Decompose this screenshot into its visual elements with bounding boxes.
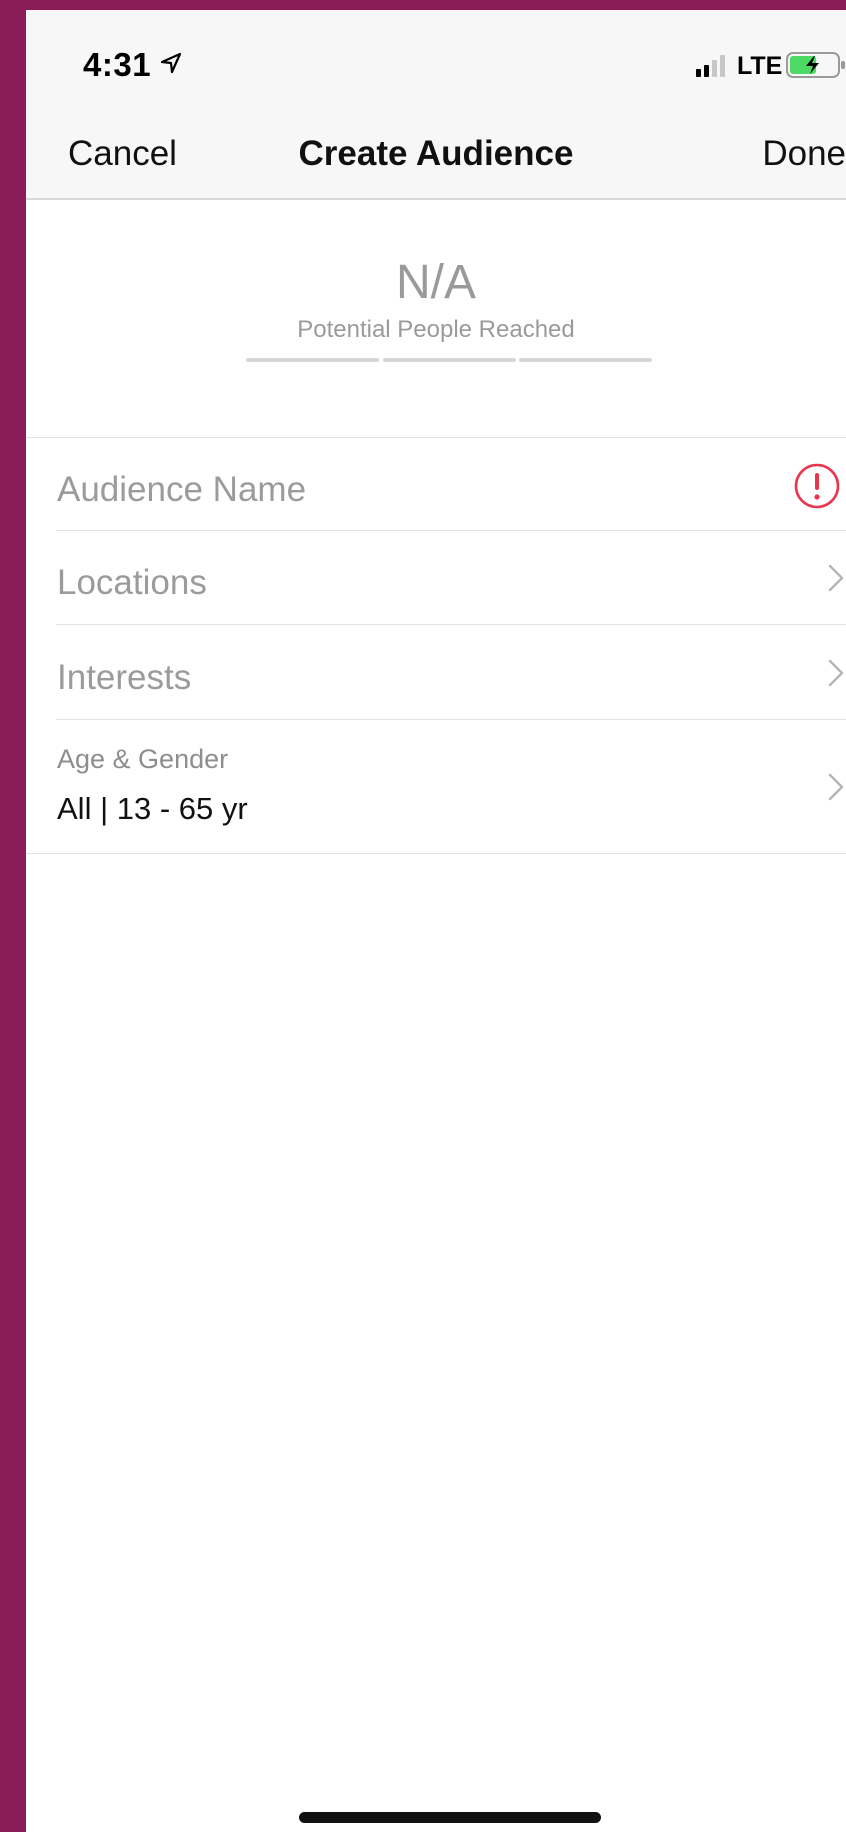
divider bbox=[26, 853, 846, 854]
interests-row[interactable]: Interests bbox=[26, 625, 846, 719]
cellular-signal-icon bbox=[696, 55, 725, 77]
interests-label: Interests bbox=[57, 658, 192, 697]
reach-meter-segment bbox=[246, 358, 379, 362]
reach-meter-segment bbox=[383, 358, 516, 362]
home-indicator[interactable] bbox=[299, 1812, 601, 1823]
audience-name-placeholder: Audience Name bbox=[57, 470, 307, 509]
status-bar: 4:31 LTE bbox=[26, 10, 846, 100]
status-time: 4:31 bbox=[83, 46, 152, 83]
reach-meter-segment bbox=[519, 358, 652, 362]
page-title: Create Audience bbox=[298, 134, 574, 173]
audience-name-field[interactable]: Audience Name bbox=[26, 438, 846, 530]
age-gender-row[interactable]: Age & Gender All | 13 - 65 yr bbox=[26, 720, 846, 853]
locations-row[interactable]: Locations bbox=[26, 531, 846, 624]
battery-charging-icon bbox=[786, 52, 845, 78]
locations-label: Locations bbox=[57, 563, 207, 602]
alert-circle-icon bbox=[794, 463, 840, 509]
chevron-right-icon bbox=[828, 773, 844, 801]
potential-reach-value: N/A bbox=[395, 256, 476, 309]
carrier-label: LTE bbox=[737, 52, 783, 80]
location-arrow-icon bbox=[160, 52, 182, 74]
navigation-bar: Cancel Create Audience Done bbox=[26, 100, 846, 200]
reach-meter bbox=[246, 358, 652, 362]
potential-reach-label: Potential People Reached bbox=[297, 316, 575, 343]
done-button[interactable]: Done bbox=[762, 134, 846, 174]
age-gender-value: All | 13 - 65 yr bbox=[57, 791, 248, 826]
chevron-right-icon bbox=[828, 564, 844, 592]
phone-screen: 4:31 LTE Cancel Create Audience Done N/A… bbox=[26, 10, 846, 1832]
chevron-right-icon bbox=[828, 659, 844, 687]
age-gender-label: Age & Gender bbox=[57, 744, 229, 774]
